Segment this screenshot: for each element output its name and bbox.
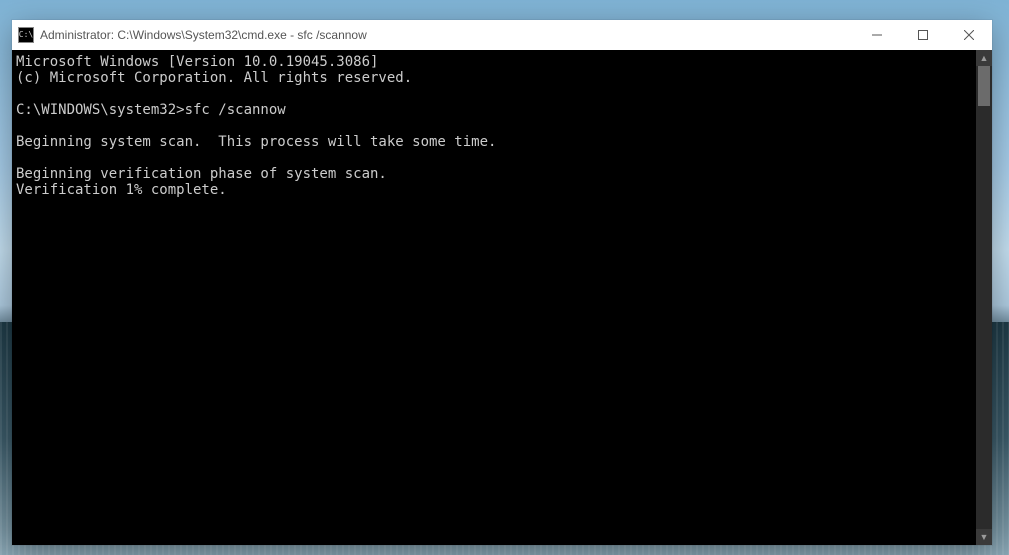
- terminal-output[interactable]: Microsoft Windows [Version 10.0.19045.30…: [12, 50, 976, 545]
- maximize-button[interactable]: [900, 20, 946, 50]
- scroll-down-button[interactable]: ▼: [976, 529, 992, 545]
- close-button[interactable]: [946, 20, 992, 50]
- cmd-icon-glyph: C:\: [19, 31, 33, 39]
- window-title: Administrator: C:\Windows\System32\cmd.e…: [40, 28, 367, 42]
- line-version: Microsoft Windows [Version 10.0.19045.30…: [16, 54, 378, 70]
- scrollbar-thumb[interactable]: [978, 66, 990, 106]
- close-icon: [964, 30, 974, 40]
- line-begin-scan: Beginning system scan. This process will…: [16, 134, 496, 150]
- cmd-window: C:\ Administrator: C:\Windows\System32\c…: [12, 20, 992, 545]
- vertical-scrollbar[interactable]: ▲ ▼: [976, 50, 992, 545]
- terminal-client-area[interactable]: Microsoft Windows [Version 10.0.19045.30…: [12, 50, 992, 545]
- command-input: sfc /scannow: [185, 102, 286, 118]
- minimize-button[interactable]: [854, 20, 900, 50]
- desktop-background: C:\ Administrator: C:\Windows\System32\c…: [0, 0, 1009, 555]
- titlebar[interactable]: C:\ Administrator: C:\Windows\System32\c…: [12, 20, 992, 50]
- maximize-icon: [918, 30, 928, 40]
- chevron-down-icon: ▼: [980, 532, 989, 542]
- line-progress: Verification 1% complete.: [16, 182, 227, 198]
- line-begin-verify: Beginning verification phase of system s…: [16, 166, 387, 182]
- scroll-up-button[interactable]: ▲: [976, 50, 992, 66]
- prompt: C:\WINDOWS\system32>: [16, 102, 185, 118]
- scrollbar-track[interactable]: [976, 66, 992, 529]
- chevron-up-icon: ▲: [980, 53, 989, 63]
- line-copyright: (c) Microsoft Corporation. All rights re…: [16, 70, 412, 86]
- cmd-icon: C:\: [18, 27, 34, 43]
- minimize-icon: [872, 30, 882, 40]
